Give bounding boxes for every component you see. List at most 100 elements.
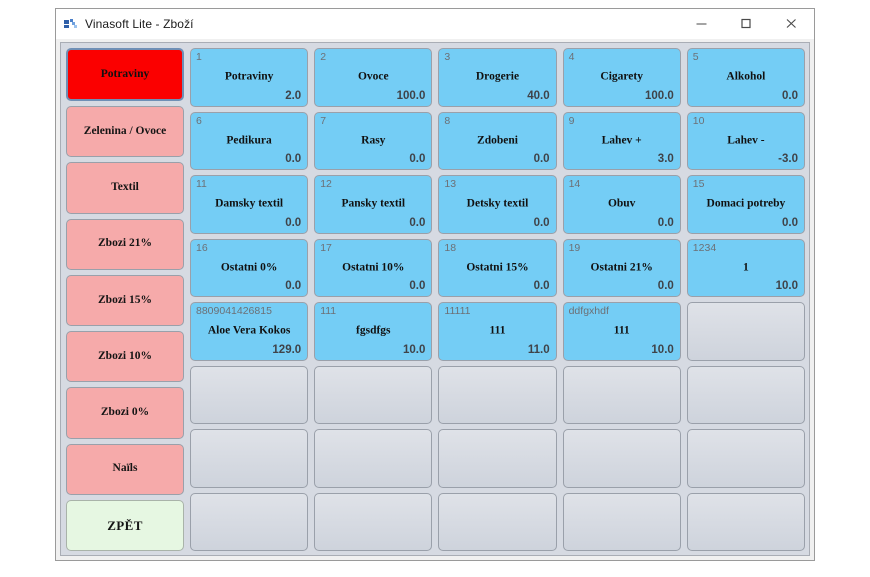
product-tile-empty[interactable] <box>562 492 681 551</box>
product-tile[interactable]: 16 Ostatni 0% 0.0 <box>190 238 309 297</box>
product-tile-empty[interactable] <box>190 492 309 551</box>
product-tile[interactable]: 3 Drogerie 40.0 <box>438 48 557 107</box>
tile-code: ddfgxhdf <box>568 305 609 317</box>
application-window: Vinasoft Lite - Zboží Potraviny Zelenina… <box>55 8 815 561</box>
tile-code: 5 <box>692 51 699 63</box>
tile-name: Ostatni 0% <box>220 261 278 274</box>
category-button-6[interactable]: Zbozi 0% <box>66 387 184 439</box>
product-tile-empty[interactable] <box>190 429 309 488</box>
category-button-3[interactable]: Zbozi 21% <box>66 218 184 270</box>
tile-code: 16 <box>196 241 208 254</box>
category-label: Naïls <box>112 462 138 475</box>
back-button[interactable]: ZPĚT <box>66 499 184 551</box>
minimize-button[interactable] <box>679 9 724 38</box>
back-button-label: ZPĚT <box>107 517 143 533</box>
tile-code: 1 <box>196 51 202 63</box>
tile-name: Potraviny <box>224 70 274 83</box>
product-tile[interactable]: 1234 1 10.0 <box>686 238 805 297</box>
tile-quantity: 0.0 <box>409 153 426 166</box>
product-tile-empty[interactable] <box>314 365 433 424</box>
tile-code: 7 <box>320 114 327 127</box>
product-tile[interactable]: 11 Damsky textil 0.0 <box>190 175 309 234</box>
maximize-button[interactable] <box>724 9 769 38</box>
product-tile[interactable]: 13 Detsky textil 0.0 <box>438 175 557 234</box>
category-label: Zbozi 15% <box>98 293 152 306</box>
product-tile-empty[interactable] <box>438 365 557 424</box>
product-tile[interactable]: 111 fgsdfgs 10.0 <box>314 302 433 361</box>
product-tile[interactable]: 8 Zdobeni 0.0 <box>438 111 557 170</box>
product-tile[interactable]: 5 Alkohol 0.0 <box>686 48 805 107</box>
product-tile[interactable]: 1 Potraviny 2.0 <box>190 48 309 107</box>
category-button-7[interactable]: Naïls <box>66 443 184 495</box>
category-label: Zelenina / Ovoce <box>83 124 167 137</box>
title-bar[interactable]: Vinasoft Lite - Zboží <box>56 9 814 39</box>
tile-name: Alkohol <box>726 70 766 83</box>
tile-quantity: 129.0 <box>272 343 302 356</box>
product-tile-empty[interactable] <box>314 429 433 488</box>
product-tile-empty[interactable] <box>190 365 309 424</box>
category-button-4[interactable]: Zbozi 15% <box>66 274 184 327</box>
category-label: Zbozi 21% <box>98 237 152 250</box>
product-tile[interactable]: 17 Ostatni 10% 0.0 <box>314 238 433 297</box>
tile-name: Obuv <box>607 197 636 210</box>
product-tile-empty[interactable] <box>562 429 681 488</box>
category-button-1[interactable]: Zelenina / Ovoce <box>66 106 184 158</box>
product-tile[interactable]: 11111 111 11.0 <box>438 302 557 361</box>
tile-code: 9 <box>568 114 575 127</box>
product-tile[interactable]: 7 Rasy 0.0 <box>314 111 433 170</box>
product-tile[interactable]: 6 Pedikura 0.0 <box>190 111 309 170</box>
tile-quantity: -3.0 <box>778 153 798 166</box>
product-tile[interactable]: 19 Ostatni 21% 0.0 <box>562 238 681 297</box>
tile-name: Pedikura <box>226 134 272 147</box>
tile-name: Ostatni 21% <box>590 261 653 274</box>
app-icon <box>63 16 79 32</box>
tile-name: Pansky textil <box>341 197 406 210</box>
product-tile[interactable]: 14 Obuv 0.0 <box>562 175 681 234</box>
product-tile[interactable]: 9 Lahev + 3.0 <box>562 111 681 170</box>
tile-code: 4 <box>568 51 575 63</box>
tile-quantity: 0.0 <box>533 216 550 229</box>
product-tile-empty[interactable] <box>686 302 805 361</box>
tile-name: Detsky textil <box>466 197 529 210</box>
product-grid: 1 Potraviny 2.0 2 Ovoce 100.0 3 Drogerie 40.0 4 Ci… <box>190 48 805 551</box>
category-button-2[interactable]: Textil <box>66 162 184 214</box>
category-button-0[interactable]: Potraviny <box>66 48 184 102</box>
product-tile-empty[interactable] <box>562 365 681 424</box>
product-tile[interactable]: 8809041426815 Aloe Vera Kokos 129.0 <box>190 302 309 361</box>
product-tile-empty[interactable] <box>438 492 557 551</box>
tile-code: 18 <box>444 241 457 254</box>
product-tile[interactable]: 10 Lahev - -3.0 <box>686 111 805 170</box>
category-label: Potraviny <box>100 67 150 80</box>
product-tile[interactable]: 18 Ostatni 15% 0.0 <box>438 238 557 297</box>
tile-name: Lahev - <box>727 134 765 147</box>
product-tile-empty[interactable] <box>314 492 433 551</box>
tile-quantity: 0.0 <box>285 280 302 293</box>
tile-quantity: 10.0 <box>651 343 674 356</box>
close-button[interactable] <box>769 9 814 38</box>
tile-code: 6 <box>196 114 202 127</box>
tile-name: Ostatni 10% <box>342 261 405 274</box>
tile-code: 2 <box>320 51 327 63</box>
tile-quantity: 10.0 <box>403 343 426 356</box>
product-tile[interactable]: 15 Domaci potreby 0.0 <box>686 175 805 234</box>
tile-code: 19 <box>568 241 581 254</box>
tile-quantity: 0.0 <box>781 89 798 102</box>
tile-quantity: 0.0 <box>657 216 674 229</box>
product-tile[interactable]: 2 Ovoce 100.0 <box>314 48 433 107</box>
tile-name: 111 <box>489 324 506 337</box>
product-tile[interactable]: 4 Cigarety 100.0 <box>562 48 681 107</box>
product-tile[interactable]: ddfgxhdf 111 10.0 <box>562 302 681 361</box>
product-tile[interactable]: 12 Pansky textil 0.0 <box>314 175 433 234</box>
product-tile-empty[interactable] <box>686 365 805 424</box>
tile-quantity: 3.0 <box>657 153 674 166</box>
product-tile-empty[interactable] <box>686 492 805 551</box>
product-tile-empty[interactable] <box>686 429 805 488</box>
category-button-5[interactable]: Zbozi 10% <box>66 331 184 383</box>
tile-code: 8 <box>444 114 451 127</box>
tile-code: 12 <box>320 178 332 190</box>
tile-quantity: 2.0 <box>285 89 302 102</box>
tile-name: Domaci potreby <box>706 197 786 210</box>
tile-quantity: 0.0 <box>409 216 426 229</box>
category-list: Potraviny Zelenina / Ovoce Textil Zbozi 21%… <box>66 48 190 551</box>
product-tile-empty[interactable] <box>438 429 557 488</box>
